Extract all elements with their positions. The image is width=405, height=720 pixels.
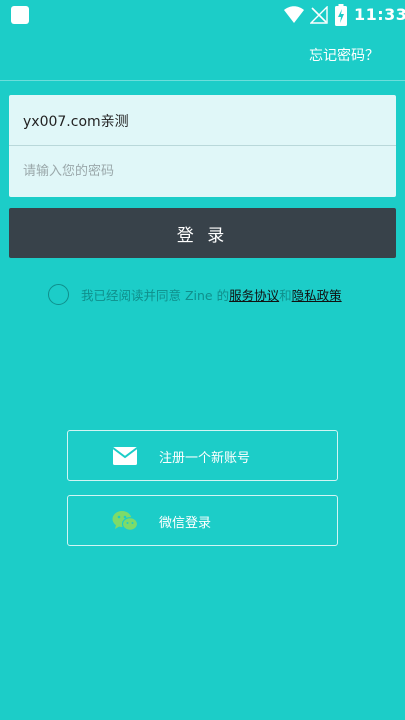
status-time: 11:33 (354, 5, 405, 24)
wechat-login-label: 微信登录 (159, 516, 212, 531)
wifi-icon (284, 6, 304, 23)
agreement-row: 我已经阅读并同意 Zine 的 服务协议 和 隐私政策 (48, 282, 342, 306)
notification-icon (11, 6, 29, 24)
mail-icon (112, 447, 138, 465)
agreement-joiner: 和 (279, 287, 292, 303)
wechat-icon (112, 511, 138, 531)
privacy-link[interactable]: 隐私政策 (292, 285, 342, 304)
login-button[interactable]: 登 录 (9, 208, 396, 258)
username-input[interactable] (9, 95, 396, 146)
password-input[interactable] (9, 146, 396, 197)
register-label: 注册一个新账号 (159, 451, 251, 466)
battery-charging-icon (335, 4, 347, 26)
register-button[interactable]: 注册一个新账号 (67, 430, 338, 481)
login-screen: 11:33 忘记密码？ 登 录 我已经阅读并同意 Zine 的 服务协议 和 隐… (0, 0, 405, 720)
login-form (9, 95, 396, 197)
agreement-checkbox[interactable] (48, 283, 69, 305)
signal-off-icon (310, 6, 328, 24)
forgot-password-link[interactable]: 忘记密码？ (309, 45, 379, 65)
header-divider (0, 80, 405, 81)
wechat-login-button[interactable]: 微信登录 (67, 495, 338, 546)
terms-link[interactable]: 服务协议 (229, 285, 279, 304)
status-bar: 11:33 (0, 0, 405, 30)
agreement-prefix: 我已经阅读并同意 Zine 的 (81, 287, 230, 303)
